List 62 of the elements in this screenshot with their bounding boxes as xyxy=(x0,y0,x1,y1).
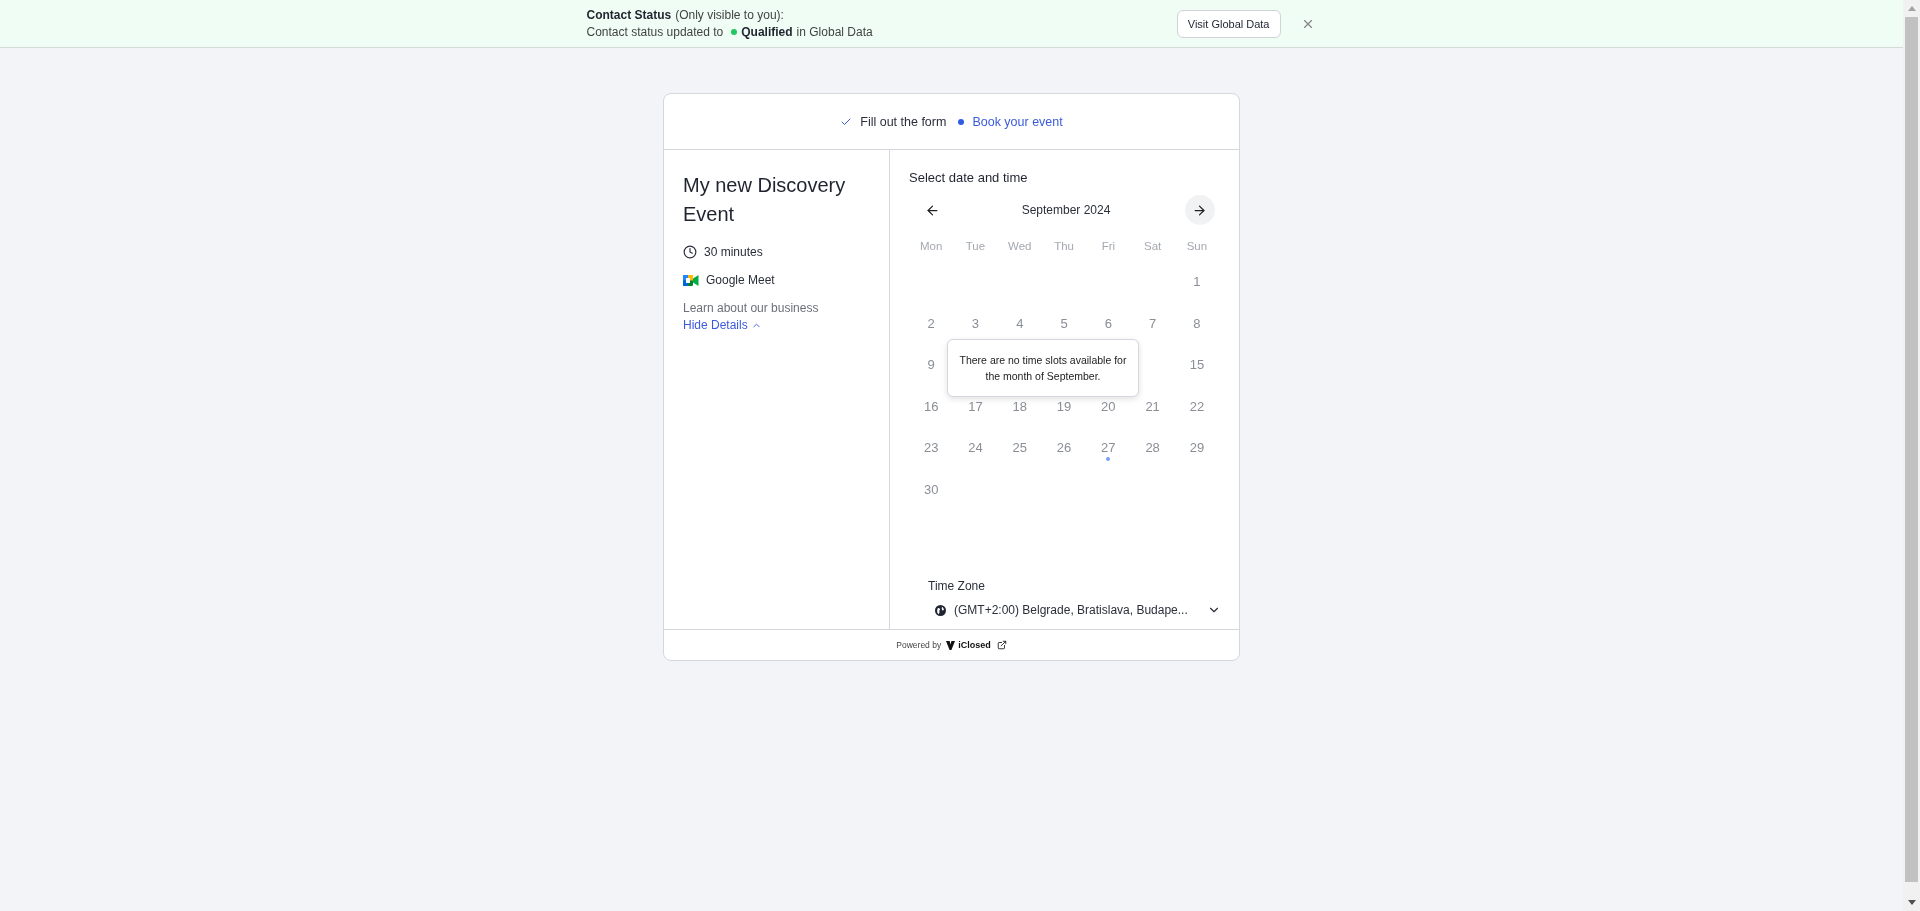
weekday-label: Tue xyxy=(965,240,986,252)
clock-icon xyxy=(683,245,697,259)
calendar-day[interactable]: 30 xyxy=(923,481,939,497)
calendar-day[interactable]: 1 xyxy=(1193,274,1201,290)
calendar-day[interactable]: 19 xyxy=(1056,398,1072,414)
weekday-label: Mon xyxy=(919,240,943,252)
calendar-day[interactable]: 3 xyxy=(971,315,980,331)
scroll-down-icon[interactable] xyxy=(1907,900,1916,905)
scrollbar[interactable] xyxy=(1903,0,1920,911)
time-zone-label: Time Zone xyxy=(928,579,986,593)
calendar-day[interactable]: 27 xyxy=(1101,440,1116,456)
section-heading: Select date and time xyxy=(909,170,1029,185)
calendar-day[interactable]: 24 xyxy=(968,440,983,456)
calendar-day[interactable]: 29 xyxy=(1189,440,1205,456)
calendar-day[interactable]: 5 xyxy=(1060,315,1068,331)
step-label: Fill out the form xyxy=(860,114,947,129)
step-label: Book your event xyxy=(972,114,1063,129)
calendar-day[interactable]: 20 xyxy=(1101,398,1116,414)
banner-message: Contact status updated to xyxy=(586,25,724,39)
video-camera-icon xyxy=(683,273,699,287)
month-label: September 2024 xyxy=(1021,203,1111,217)
calendar-day[interactable]: 18 xyxy=(1012,398,1027,414)
arrow-right-icon xyxy=(1192,202,1208,218)
weekday-label: Fri xyxy=(1101,240,1116,252)
banner-note: (Only visible to you): xyxy=(675,8,784,22)
calendar-day[interactable]: 2 xyxy=(927,315,935,331)
calendar-day[interactable]: 9 xyxy=(927,357,935,373)
calendar-day[interactable]: 17 xyxy=(968,398,983,414)
calendar-day[interactable]: 21 xyxy=(1145,398,1160,414)
calendar-day[interactable]: 6 xyxy=(1104,315,1112,331)
event-title: My new Discovery Event xyxy=(683,173,847,227)
location-text: Google Meet xyxy=(706,273,775,287)
banner-title: Contact Status xyxy=(586,8,672,22)
calendar-day[interactable]: 23 xyxy=(923,440,939,456)
powered-by-text: Powered by xyxy=(896,640,942,650)
weekday-label: Thu xyxy=(1054,240,1074,252)
calendar-day[interactable]: 7 xyxy=(1149,315,1157,331)
weekday-label: Sat xyxy=(1144,240,1162,252)
weekday-label: Sun xyxy=(1186,240,1208,252)
globe-icon xyxy=(935,604,946,616)
duration-text: 30 minutes xyxy=(704,245,763,259)
calendar-day[interactable]: 8 xyxy=(1193,315,1201,331)
calendar-day[interactable]: 25 xyxy=(1012,440,1027,456)
brand-link[interactable]: iClosed xyxy=(946,640,1007,650)
visit-global-data-button[interactable]: Visit Global Data xyxy=(1176,9,1281,38)
calendar-day[interactable]: 28 xyxy=(1145,440,1160,456)
calendar-day[interactable]: 15 xyxy=(1189,357,1205,373)
logo-mark-icon xyxy=(946,640,956,650)
calendar-day[interactable]: 26 xyxy=(1056,440,1072,456)
status-label: Qualified xyxy=(741,25,793,39)
banner-message: in Global Data xyxy=(796,25,873,39)
next-month-button[interactable] xyxy=(1185,195,1215,225)
event-description: Learn about our business xyxy=(683,301,820,315)
status-dot xyxy=(731,29,738,35)
time-zone-select[interactable]: (GMT+2:00) Belgrade, Bratislava, Budape... xyxy=(909,603,1221,617)
weekday-label: Wed xyxy=(1008,240,1032,252)
calendar-day[interactable]: 22 xyxy=(1189,398,1205,414)
no-slots-tooltip: There are no time slots available for the month of September. xyxy=(947,339,1139,397)
calendar-day[interactable]: 4 xyxy=(1016,315,1024,331)
details-toggle-link[interactable]: Hide Details xyxy=(683,318,870,332)
calendar-day[interactable]: 16 xyxy=(923,398,939,414)
external-link-icon xyxy=(996,640,1007,650)
